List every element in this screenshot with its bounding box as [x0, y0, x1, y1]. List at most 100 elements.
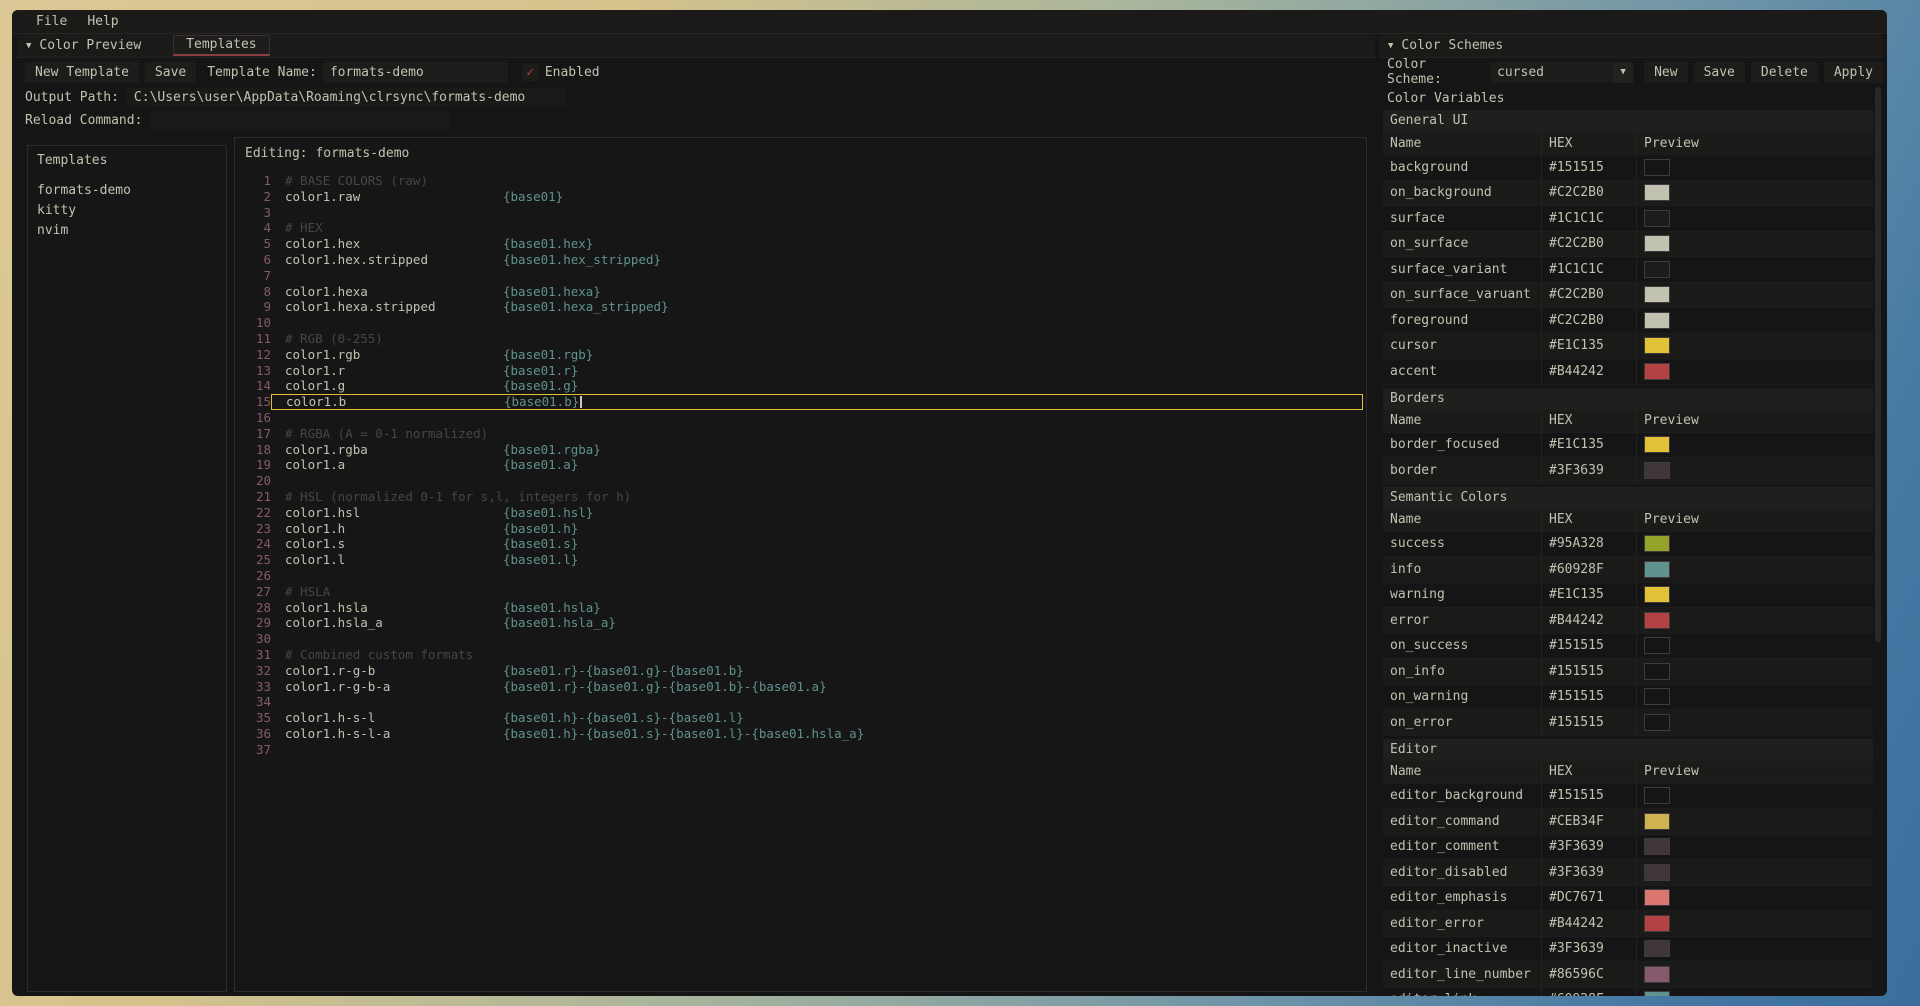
variable-hex[interactable]: #60928F — [1541, 557, 1636, 582]
editor-line-content[interactable]: # Combined custom formats — [271, 647, 1363, 663]
editor-line-content[interactable]: color1.h{base01.h} — [271, 521, 1363, 537]
variable-hex[interactable]: #3F3639 — [1541, 458, 1636, 483]
variable-hex[interactable]: #151515 — [1541, 659, 1636, 684]
template-list-item[interactable]: nvim — [37, 221, 217, 241]
variable-hex[interactable]: #B44242 — [1541, 359, 1636, 384]
color-scheme-dropdown[interactable]: cursed ▼ — [1490, 62, 1633, 83]
variable-hex[interactable]: #3F3639 — [1541, 937, 1636, 962]
variable-hex[interactable]: #1C1C1C — [1541, 206, 1636, 231]
color-swatch[interactable] — [1644, 663, 1670, 680]
editor-line-content[interactable]: color1.h-s-l{base01.h}-{base01.s}-{base0… — [271, 710, 1363, 726]
menu-item-file[interactable]: File — [26, 10, 77, 34]
apply-scheme-button[interactable]: Apply — [1824, 62, 1883, 83]
new-template-button[interactable]: New Template — [25, 62, 139, 83]
editor-line-content[interactable]: # HSLA — [271, 584, 1363, 600]
color-swatch[interactable] — [1644, 714, 1670, 731]
color-swatch[interactable] — [1644, 159, 1670, 176]
color-swatch[interactable] — [1644, 637, 1670, 654]
variable-hex[interactable]: #3F3639 — [1541, 835, 1636, 860]
color-swatch[interactable] — [1644, 184, 1670, 201]
color-swatch[interactable] — [1644, 612, 1670, 629]
variable-hex[interactable]: #1C1C1C — [1541, 257, 1636, 282]
color-swatch[interactable] — [1644, 337, 1670, 354]
variable-hex[interactable]: #60928F — [1541, 988, 1636, 997]
editor-line-content[interactable] — [271, 568, 1363, 584]
variable-hex[interactable]: #C2C2B0 — [1541, 308, 1636, 333]
editor-line-content[interactable]: color1.r-g-b{base01.r}-{base01.g}-{base0… — [271, 663, 1363, 679]
editor-line-content[interactable] — [271, 410, 1363, 426]
variable-hex[interactable]: #95A328 — [1541, 532, 1636, 557]
editor-line-content[interactable]: color1.hexa.stripped{base01.hexa_strippe… — [271, 299, 1363, 315]
color-swatch[interactable] — [1644, 261, 1670, 278]
color-swatch[interactable] — [1644, 586, 1670, 603]
variable-hex[interactable]: #C2C2B0 — [1541, 283, 1636, 308]
color-swatch[interactable] — [1644, 813, 1670, 830]
template-editor-panel[interactable]: Editing: formats-demo 1# BASE COLORS (ra… — [234, 137, 1367, 992]
editor-line-content[interactable]: color1.hsl{base01.hsl} — [271, 505, 1363, 521]
editor-line-content[interactable]: color1.raw{base01} — [271, 189, 1363, 205]
editor-line-content[interactable]: color1.hsla_a{base01.hsla_a} — [271, 615, 1363, 631]
section-header-general-ui[interactable]: General UI — [1383, 110, 1873, 132]
color-swatch[interactable] — [1644, 561, 1670, 578]
editor-line-content[interactable]: color1.r-g-b-a{base01.r}-{base01.g}-{bas… — [271, 679, 1363, 695]
editor-line-content[interactable] — [271, 473, 1363, 489]
color-swatch[interactable] — [1644, 838, 1670, 855]
new-scheme-button[interactable]: New — [1644, 62, 1687, 83]
variable-hex[interactable]: #E1C135 — [1541, 433, 1636, 458]
editor-line-content[interactable]: # HSL (normalized 0-1 for s,l, integers … — [271, 489, 1363, 505]
variable-hex[interactable]: #151515 — [1541, 155, 1636, 180]
editor-line-content[interactable] — [271, 631, 1363, 647]
color-swatch[interactable] — [1644, 991, 1670, 996]
editor-line-content[interactable]: color1.g{base01.g} — [271, 378, 1363, 394]
editor-line-content[interactable] — [271, 315, 1363, 331]
editor-line-content[interactable] — [271, 694, 1363, 710]
section-header-semantic-colors[interactable]: Semantic Colors — [1383, 487, 1873, 509]
editor-line-content[interactable]: color1.s{base01.s} — [271, 536, 1363, 552]
variable-hex[interactable]: #C2C2B0 — [1541, 232, 1636, 257]
variable-hex[interactable]: #151515 — [1541, 685, 1636, 710]
variable-hex[interactable]: #151515 — [1541, 710, 1636, 735]
editor-line-content[interactable] — [271, 742, 1363, 758]
variable-hex[interactable]: #E1C135 — [1541, 583, 1636, 608]
color-swatch[interactable] — [1644, 312, 1670, 329]
color-swatch[interactable] — [1644, 363, 1670, 380]
variable-hex[interactable]: #B44242 — [1541, 608, 1636, 633]
editor-line-content[interactable]: color1.hexa{base01.hexa} — [271, 284, 1363, 300]
variable-hex[interactable]: #86596C — [1541, 962, 1636, 987]
editor-line-content[interactable] — [271, 205, 1363, 221]
editor-line-content[interactable] — [271, 268, 1363, 284]
enabled-checkbox[interactable]: ✓ — [522, 64, 539, 81]
color-swatch[interactable] — [1644, 787, 1670, 804]
variable-hex[interactable]: #151515 — [1541, 784, 1636, 809]
save-template-button[interactable]: Save — [145, 62, 196, 83]
editor-line-content[interactable]: color1.b{base01.b} — [271, 394, 1363, 410]
color-swatch[interactable] — [1644, 966, 1670, 983]
color-swatch[interactable] — [1644, 940, 1670, 957]
variable-hex[interactable]: #DC7671 — [1541, 886, 1636, 911]
color-swatch[interactable] — [1644, 286, 1670, 303]
section-header-editor[interactable]: Editor — [1383, 739, 1873, 761]
color-swatch[interactable] — [1644, 864, 1670, 881]
template-name-input[interactable] — [323, 62, 508, 83]
color-swatch[interactable] — [1644, 889, 1670, 906]
editor-line-content[interactable]: color1.hsla{base01.hsla} — [271, 600, 1363, 616]
variable-hex[interactable]: #C2C2B0 — [1541, 181, 1636, 206]
collapse-arrow-icon[interactable]: ▼ — [1388, 41, 1393, 51]
editor-line-content[interactable]: color1.hex.stripped{base01.hex_stripped} — [271, 252, 1363, 268]
color-swatch[interactable] — [1644, 210, 1670, 227]
editor-line-content[interactable]: # RGBA (A = 0-1 normalized) — [271, 426, 1363, 442]
editor-line-content[interactable]: # HEX — [271, 220, 1363, 236]
scrollbar-thumb[interactable] — [1875, 87, 1881, 642]
tab-templates[interactable]: Templates — [173, 35, 269, 56]
editor-line-content[interactable]: color1.r{base01.r} — [271, 363, 1363, 379]
variable-hex[interactable]: #B44242 — [1541, 911, 1636, 936]
section-header-borders[interactable]: Borders — [1383, 388, 1873, 410]
save-scheme-button[interactable]: Save — [1694, 62, 1745, 83]
variable-hex[interactable]: #E1C135 — [1541, 334, 1636, 359]
editor-line-content[interactable]: color1.a{base01.a} — [271, 457, 1363, 473]
color-swatch[interactable] — [1644, 235, 1670, 252]
editor-line-content[interactable]: color1.rgba{base01.rgba} — [271, 442, 1363, 458]
editor-line-content[interactable]: color1.l{base01.l} — [271, 552, 1363, 568]
variable-hex[interactable]: #CEB34F — [1541, 809, 1636, 834]
output-path-input[interactable]: C:\Users\user\AppData\Roaming\clrsync\fo… — [127, 88, 567, 107]
